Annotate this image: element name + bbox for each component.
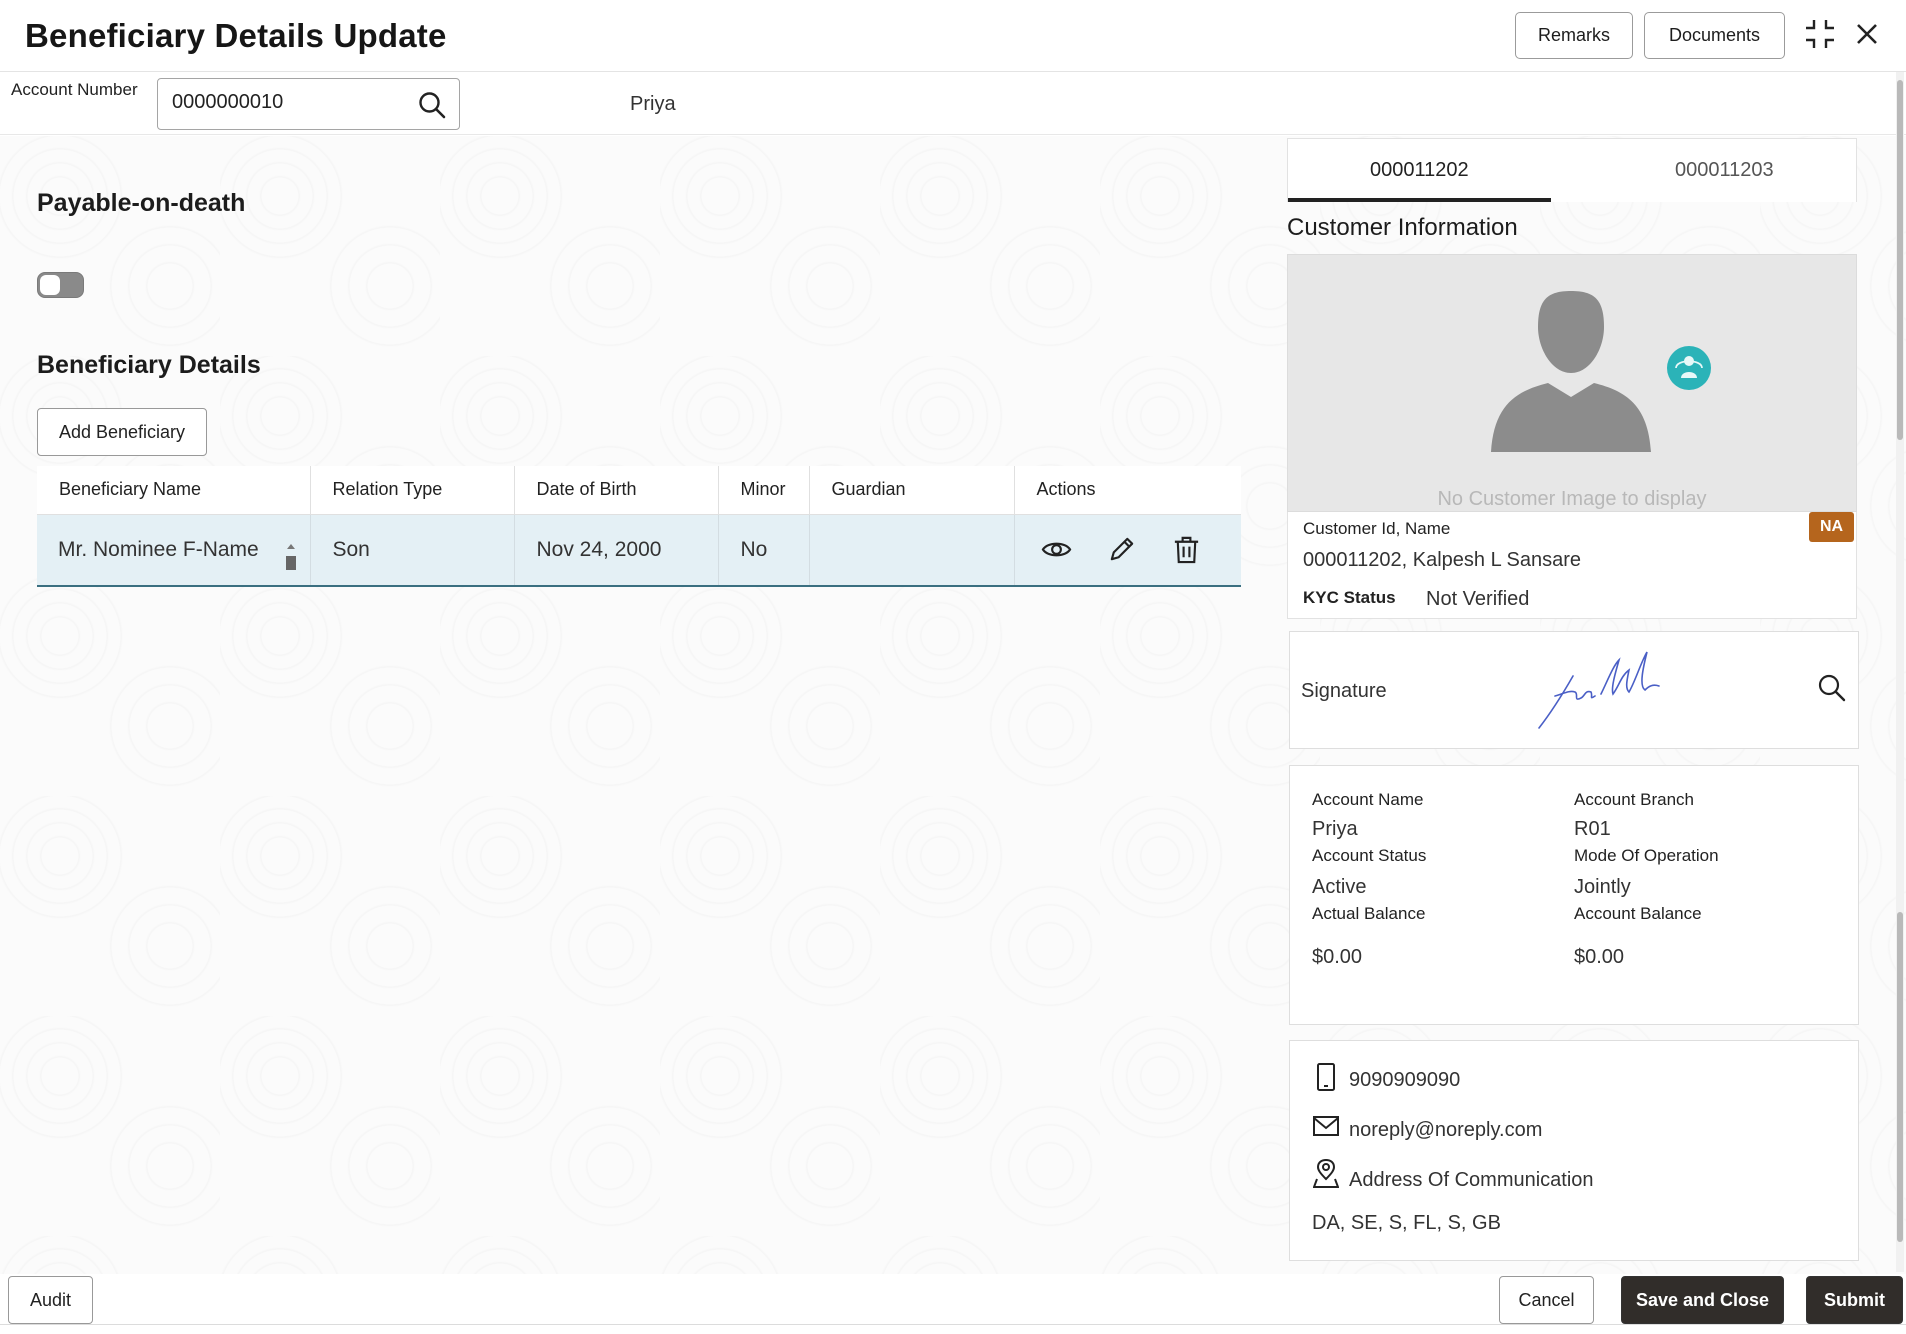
column-header-actions: Actions — [1014, 466, 1241, 515]
mode-of-operation-label: Mode Of Operation — [1574, 846, 1719, 865]
active-tab-indicator — [1288, 198, 1551, 202]
email-address: noreply@noreply.com — [1349, 1119, 1543, 1141]
column-header-date-of-birth[interactable]: Date of Birth — [514, 466, 719, 515]
cell-actions — [1014, 514, 1242, 587]
customer-photo: No Customer Image to display — [1287, 254, 1857, 512]
main-content: Payable-on-death Beneficiary Details Add… — [0, 136, 1280, 1276]
support-agent-icon[interactable] — [1666, 345, 1712, 391]
account-name-value: Priya — [1312, 818, 1358, 840]
delete-trash-icon[interactable] — [1171, 534, 1202, 565]
column-header-relation-type[interactable]: Relation Type — [310, 466, 515, 515]
account-details-card: Account Name Priya Account Branch R01 Ac… — [1289, 765, 1859, 1025]
edit-pencil-icon[interactable] — [1106, 534, 1137, 565]
save-and-close-button[interactable]: Save and Close — [1621, 1276, 1784, 1324]
person-avatar-icon — [1491, 291, 1651, 452]
phone-number: 9090909090 — [1349, 1069, 1461, 1091]
table-header-row: Beneficiary Name Relation Type Date of B… — [37, 466, 1241, 515]
actual-balance-value: $0.00 — [1312, 946, 1363, 968]
account-status-label: Account Status — [1312, 846, 1427, 865]
remarks-button[interactable]: Remarks — [1515, 12, 1633, 59]
beneficiary-table: Beneficiary Name Relation Type Date of B… — [37, 466, 1241, 587]
table-row[interactable]: Mr. Nominee F-Name Son Nov 24, 2000 No — [37, 514, 1242, 587]
page-header: Beneficiary Details Update Remarks Docum… — [0, 0, 1906, 72]
collapse-icon[interactable] — [1802, 16, 1838, 52]
account-balance-value: $0.00 — [1574, 946, 1625, 968]
footer-divider — [0, 1324, 1906, 1325]
cell-minor: No — [718, 514, 810, 587]
signature-search-icon[interactable] — [1816, 672, 1848, 704]
documents-button[interactable]: Documents — [1644, 12, 1785, 59]
footer-bar: Audit Cancel Save and Close Submit — [0, 1274, 1906, 1334]
column-header-beneficiary-name[interactable]: Beneficiary Name — [37, 466, 311, 515]
audit-button[interactable]: Audit — [8, 1276, 93, 1324]
kyc-status-label: KYC Status — [1303, 588, 1396, 607]
signature-card: Signature — [1289, 631, 1859, 749]
kyc-status-value: Not Verified — [1426, 588, 1530, 610]
actual-balance-label: Actual Balance — [1312, 904, 1426, 923]
account-number-label: Account Number — [11, 80, 138, 99]
email-envelope-icon — [1313, 1116, 1339, 1136]
cancel-button[interactable]: Cancel — [1499, 1276, 1594, 1324]
cell-date-of-birth: Nov 24, 2000 — [514, 514, 719, 587]
scrollbar-thumb-bottom[interactable] — [1897, 912, 1903, 1242]
column-header-minor[interactable]: Minor — [718, 466, 810, 515]
customer-id-card: Customer Id, Name NA 000011202, Kalpesh … — [1287, 512, 1857, 619]
scrollbar-thumb-top[interactable] — [1897, 80, 1903, 440]
signature-image — [1538, 651, 1660, 729]
page-title: Beneficiary Details Update — [25, 17, 447, 54]
customer-information-title: Customer Information — [1287, 214, 1518, 241]
payable-on-death-title: Payable-on-death — [37, 189, 246, 217]
account-branch-label: Account Branch — [1574, 790, 1695, 809]
row-actions — [1015, 515, 1242, 585]
contact-card: 9090909090 noreply@noreply.com Address O… — [1289, 1040, 1859, 1261]
column-header-guardian[interactable]: Guardian — [809, 466, 1015, 515]
account-balance-label: Account Balance — [1574, 904, 1702, 923]
search-icon[interactable] — [417, 90, 447, 120]
page-scrollbar[interactable] — [1896, 72, 1904, 1272]
account-number-field[interactable] — [157, 78, 460, 130]
customer-id-label: Customer Id, Name — [1303, 519, 1451, 538]
cell-beneficiary-name: Mr. Nominee F-Name — [37, 514, 311, 587]
customer-tabs: 000011202 000011203 — [1287, 138, 1857, 202]
mode-of-operation-value: Jointly — [1574, 876, 1631, 898]
tab-customer-1[interactable]: 000011202 — [1370, 159, 1469, 182]
add-beneficiary-button[interactable]: Add Beneficiary — [37, 408, 207, 456]
close-icon[interactable] — [1849, 16, 1885, 52]
cell-scroll-indicator-icon[interactable] — [284, 541, 298, 571]
customer-id-value: 000011202, Kalpesh L Sansare — [1303, 549, 1581, 571]
account-bar: Account Number Priya — [0, 73, 1906, 135]
location-pin-icon — [1313, 1159, 1339, 1188]
cell-relation-type: Son — [310, 514, 515, 587]
account-name-label: Account Name — [1312, 790, 1424, 809]
mobile-phone-icon — [1317, 1063, 1335, 1091]
toggle-knob — [40, 275, 60, 295]
tab-customer-2[interactable]: 000011203 — [1675, 159, 1774, 182]
no-image-text: No Customer Image to display — [1437, 488, 1707, 510]
signature-label: Signature — [1301, 680, 1387, 702]
account-number-input[interactable] — [172, 91, 412, 114]
beneficiary-details-title: Beneficiary Details — [37, 351, 261, 379]
view-eye-icon[interactable] — [1041, 534, 1072, 565]
beneficiary-name-text: Mr. Nominee F-Name — [58, 537, 259, 561]
submit-button[interactable]: Submit — [1806, 1276, 1903, 1324]
address-value: DA, SE, S, FL, S, GB — [1312, 1212, 1501, 1234]
account-status-value: Active — [1312, 876, 1367, 898]
account-holder-name: Priya — [630, 93, 676, 115]
address-label: Address Of Communication — [1349, 1169, 1594, 1191]
status-badge: NA — [1809, 512, 1854, 542]
payable-on-death-toggle[interactable] — [37, 272, 84, 298]
account-branch-value: R01 — [1574, 818, 1611, 840]
cell-guardian — [809, 514, 1015, 587]
